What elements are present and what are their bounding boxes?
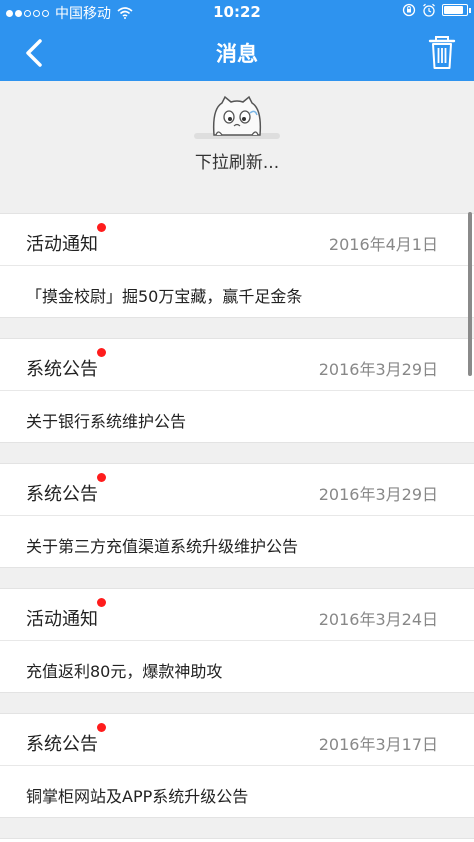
message-category: 活动通知	[26, 234, 98, 255]
nav-bar: 消息	[0, 24, 474, 81]
unread-dot-icon	[97, 723, 106, 732]
message-category: 系统公告	[26, 484, 98, 505]
message-content: 关于第三方充值渠道系统升级维护公告	[26, 537, 299, 556]
message-category: 系统公告	[26, 734, 98, 755]
message-category: 活动通知	[26, 609, 98, 630]
message-item[interactable]: 系统公告 2016年3月17日 铜掌柜网站及APP系统升级公告	[0, 713, 474, 818]
message-item[interactable]	[0, 838, 474, 842]
message-date: 2016年3月17日	[318, 735, 438, 754]
unread-dot-icon	[97, 598, 106, 607]
battery-tip	[469, 8, 471, 13]
battery-fill	[444, 6, 463, 14]
status-bar: 中国移动 10:22	[0, 0, 474, 24]
pull-to-refresh: 下拉刷新...	[0, 81, 474, 194]
message-content: 充值返利80元，爆款神助攻	[26, 662, 223, 681]
message-header: 活动通知 2016年4月1日	[0, 214, 474, 266]
message-item[interactable]: 系统公告 2016年3月29日 关于第三方充值渠道系统升级维护公告	[0, 463, 474, 568]
message-header: 系统公告 2016年3月29日	[0, 464, 474, 516]
message-item[interactable]: 活动通知 2016年3月24日 充值返利80元，爆款神助攻	[0, 588, 474, 693]
unread-dot-icon	[97, 348, 106, 357]
trash-icon	[428, 36, 456, 69]
message-content: 铜掌柜网站及APP系统升级公告	[26, 787, 249, 806]
app-header: 中国移动 10:22 消息	[0, 0, 474, 81]
message-date: 2016年4月1日	[328, 235, 438, 254]
refresh-hint: 下拉刷新...	[194, 153, 280, 173]
message-date: 2016年3月29日	[318, 485, 438, 504]
orientation-lock-icon	[402, 3, 416, 17]
alarm-icon	[423, 3, 435, 17]
message-date: 2016年3月29日	[318, 360, 438, 379]
page-title: 消息	[216, 42, 258, 66]
unread-dot-icon	[97, 223, 106, 232]
message-content: 关于银行系统维护公告	[26, 412, 187, 431]
scrollbar[interactable]	[468, 212, 472, 376]
message-header: 系统公告 2016年3月29日	[0, 339, 474, 391]
message-date: 2016年3月24日	[318, 610, 438, 629]
message-item[interactable]: 系统公告 2016年3月29日 关于银行系统维护公告	[0, 338, 474, 443]
message-header: 系统公告 2016年3月17日	[0, 714, 474, 766]
message-header: 活动通知 2016年3月24日	[0, 589, 474, 641]
message-category: 系统公告	[26, 359, 98, 380]
message-content: 「摸金校尉」掘50万宝藏，赢千足金条	[26, 287, 303, 306]
battery-icon	[442, 4, 471, 16]
status-right	[402, 3, 471, 17]
cat-mascot-icon	[194, 95, 280, 139]
message-item[interactable]: 活动通知 2016年4月1日 「摸金校尉」掘50万宝藏，赢千足金条	[0, 213, 474, 318]
delete-button[interactable]	[424, 34, 460, 72]
unread-dot-icon	[97, 473, 106, 482]
